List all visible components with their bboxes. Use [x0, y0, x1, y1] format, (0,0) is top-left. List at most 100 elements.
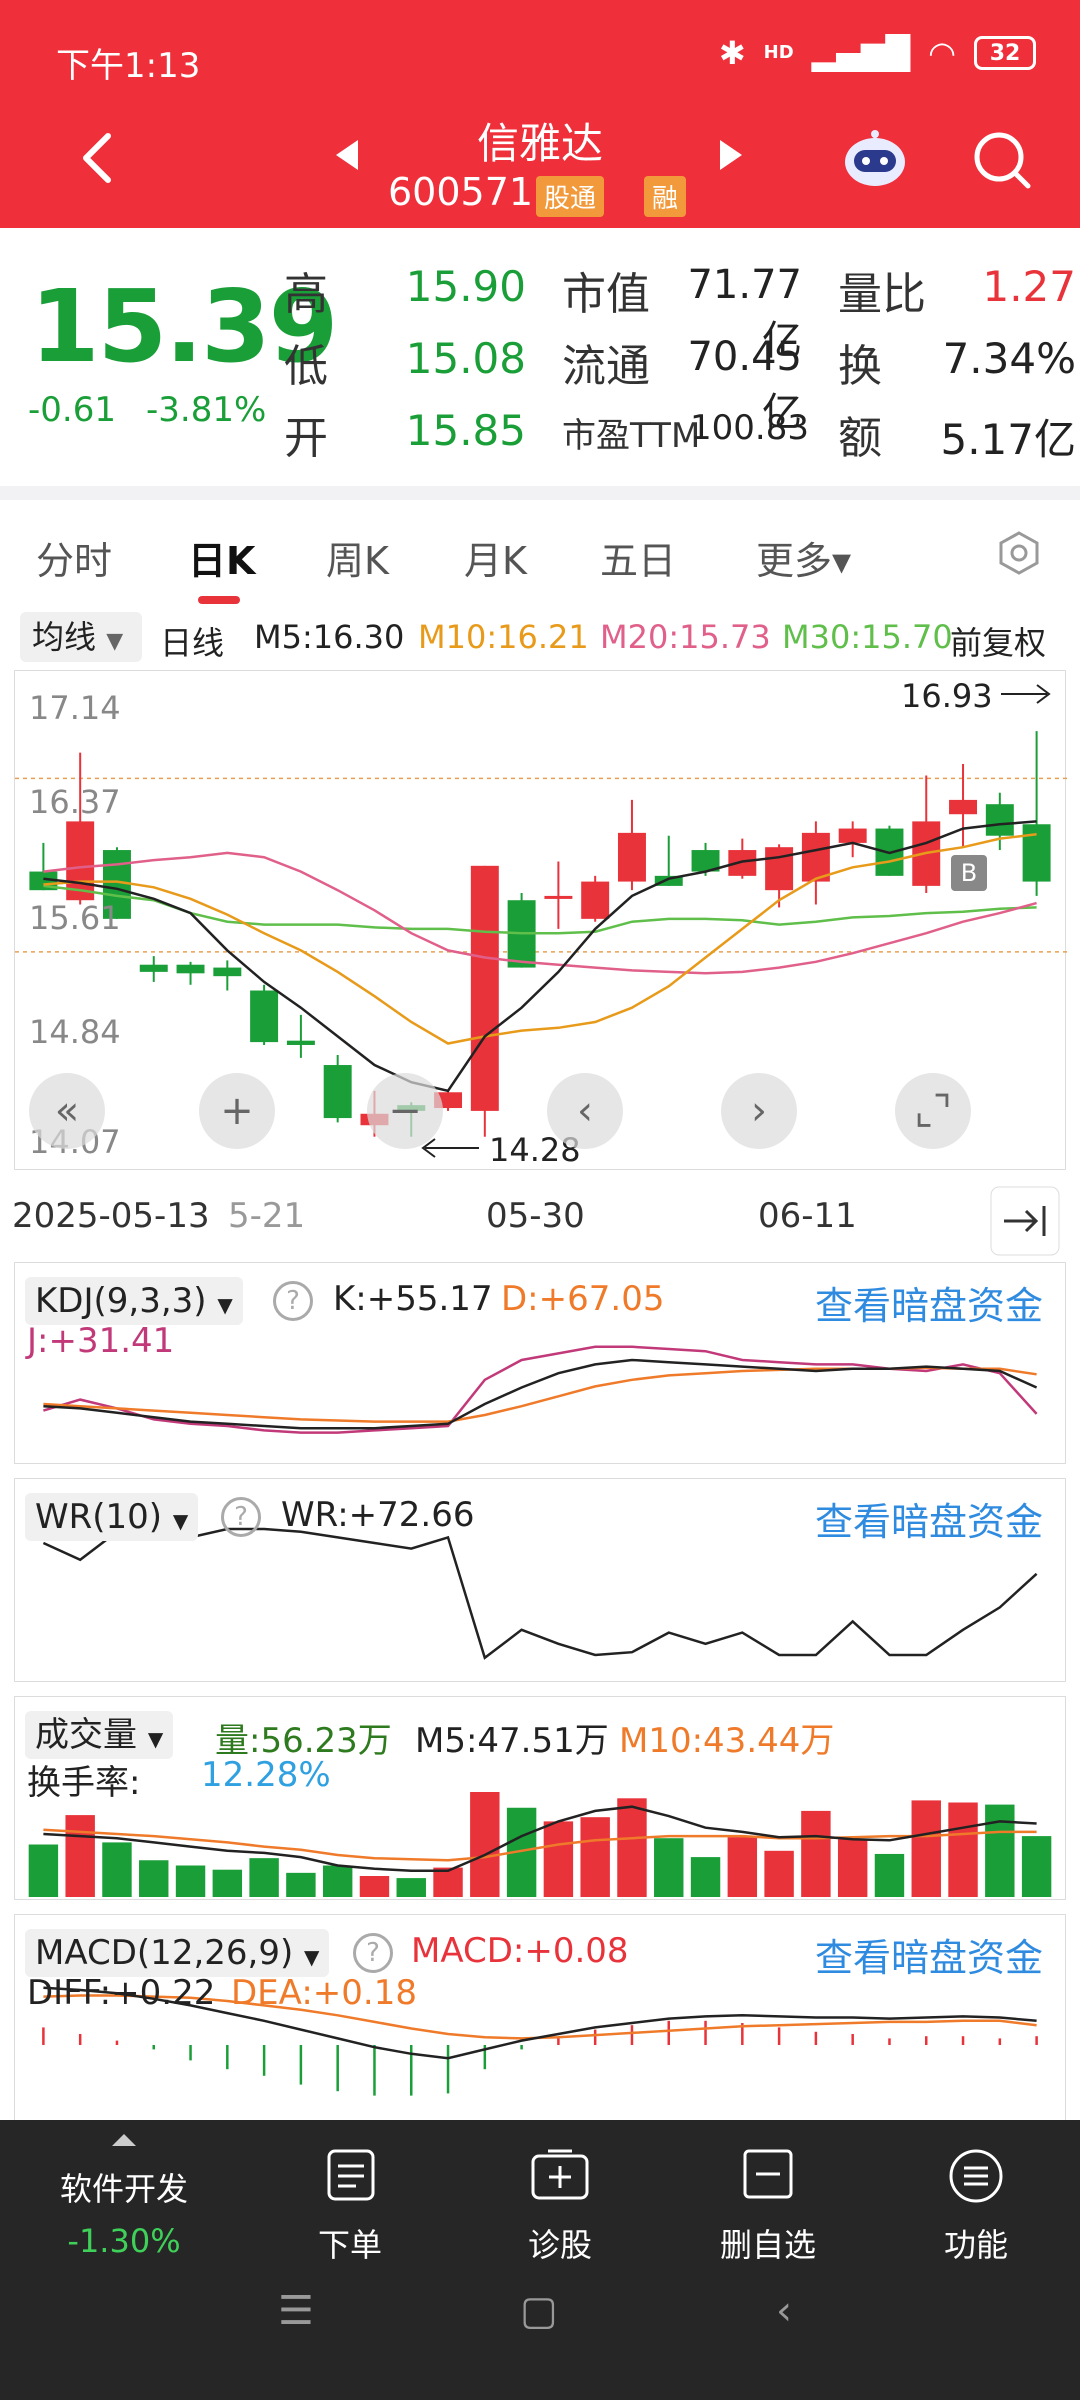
ma-selector-label: 均线 — [32, 618, 97, 656]
float-label: 流通 — [562, 341, 650, 392]
system-home-icon[interactable]: ▢ — [520, 2288, 558, 2334]
scroll-right-icon[interactable]: › — [721, 1073, 797, 1149]
fullscreen-icon[interactable]: ⌞⌝ — [895, 1073, 971, 1149]
next-stock-arrow-icon[interactable] — [720, 140, 742, 170]
price-adjust[interactable]: 前复权 — [950, 618, 1046, 664]
volume-bar — [1021, 1836, 1052, 1897]
macd-panel[interactable]: MACD(12,26,9) ▼ ? MACD:+0.08 DIFF:+0.22 … — [14, 1914, 1066, 2120]
candle-body — [470, 865, 499, 1111]
low-value: 15.08 — [405, 334, 526, 383]
signal-icon: ▂▄▆█ — [811, 34, 911, 72]
dark-pool-link[interactable]: 查看暗盘资金 — [815, 1275, 1043, 1330]
scroll-left-fast-icon[interactable]: « — [29, 1073, 105, 1149]
wr-selector[interactable]: WR(10) ▼ — [25, 1493, 199, 1541]
kline-chart[interactable]: 17.14 16.37 15.61 14.84 14.07 16.93 14.2… — [14, 670, 1067, 1170]
sector-name: 软件开发 — [59, 2170, 188, 2208]
y-tick-label: 14.84 — [29, 1013, 121, 1051]
tab-monthly-k[interactable]: 月K — [464, 530, 527, 585]
dark-pool-link[interactable]: 查看暗盘资金 — [815, 1927, 1043, 1982]
tab-five-day[interactable]: 五日 — [600, 530, 676, 585]
status-icons: ✱ HD ▂▄▆█ ◠ 32 — [719, 34, 1036, 72]
kdj-k-value: K:+55.17 — [333, 1279, 493, 1319]
status-bar: 下午1:13 ✱ HD ▂▄▆█ ◠ 32 — [0, 0, 1080, 110]
search-icon[interactable] — [970, 128, 1034, 192]
volume-bar — [102, 1842, 132, 1897]
quote-panel: 15.39 -0.61 -3.81% 高 15.90 低 15.08 开 15.… — [0, 228, 1080, 486]
ma5-value: M5:16.30 — [254, 618, 405, 656]
tab-more[interactable]: 更多▾ — [756, 530, 851, 585]
ma-selector[interactable]: 均线 ▼ — [20, 612, 142, 662]
kdj-selector[interactable]: KDJ(9,3,3) ▼ — [25, 1277, 243, 1325]
robot-assistant-icon[interactable] — [840, 128, 910, 190]
candle-body — [985, 804, 1014, 836]
sector-index[interactable]: 软件开发 -1.30% — [0, 2120, 250, 2300]
kdj-panel[interactable]: KDJ(9,3,3) ▼ ? K:+55.17 D:+67.05 J:+31.4… — [14, 1262, 1066, 1464]
tab-intraday[interactable]: 分时 — [36, 530, 112, 585]
help-icon[interactable]: ? — [221, 1497, 261, 1537]
volume-bar — [801, 1810, 831, 1897]
volume-bar — [764, 1850, 794, 1897]
volume-bar — [874, 1853, 905, 1897]
sector-change: -1.30% — [67, 2222, 181, 2260]
help-icon[interactable]: ? — [273, 1281, 313, 1321]
candle-body — [581, 881, 610, 919]
order-label: 下单 — [317, 2226, 382, 2264]
tab-daily-k[interactable]: 日K — [188, 530, 255, 585]
kdj-selector-label: KDJ(9,3,3) — [35, 1281, 207, 1321]
volume-bar — [212, 1869, 243, 1897]
volume-bar — [617, 1798, 647, 1897]
volume-bar — [175, 1865, 206, 1897]
volume-bar — [837, 1839, 868, 1897]
dark-pool-link[interactable]: 查看暗盘资金 — [815, 1491, 1043, 1546]
help-icon[interactable]: ? — [353, 1933, 393, 1973]
turnover-label: 换 — [838, 341, 882, 392]
system-menu-icon[interactable]: ☰ — [278, 2288, 314, 2334]
buy-marker[interactable]: B — [951, 855, 987, 891]
volume-bar — [911, 1800, 941, 1897]
x-date-label: 05-30 — [486, 1196, 585, 1236]
price-change: -0.61 — [28, 390, 116, 430]
battery-icon: 32 — [974, 36, 1036, 70]
stock-code: 600571 — [388, 170, 534, 214]
zoom-in-icon[interactable]: + — [199, 1073, 275, 1149]
max-arrow-icon — [1001, 684, 1051, 704]
jump-latest-icon[interactable] — [990, 1186, 1060, 1256]
chevron-down-icon: ▼ — [106, 629, 124, 654]
ma-legend-row: 均线 ▼ 日线 M5:16.30 M10:16.21 M20:15.73 M30… — [0, 608, 1080, 668]
volume-bar — [948, 1802, 978, 1897]
kdj-k-line — [43, 1358, 1038, 1430]
volume-bar — [396, 1878, 426, 1897]
order-icon — [327, 2149, 375, 2201]
volume-selector[interactable]: 成交量 ▼ — [25, 1711, 174, 1759]
open-label: 开 — [284, 413, 328, 464]
candle-body — [213, 967, 242, 977]
diagnose-button[interactable]: 诊股 — [460, 2120, 660, 2300]
volume-bar — [690, 1857, 721, 1897]
turnover-value: 7.34% — [942, 334, 1076, 383]
chevron-down-icon: ▼ — [217, 1293, 233, 1317]
hd-icon: HD — [763, 42, 794, 63]
volume-panel[interactable]: 成交量 ▼ 量:56.23万 M5:47.51万 M10:43.44万 换手率:… — [14, 1696, 1066, 1900]
volume-bar — [249, 1858, 279, 1897]
macd-selector[interactable]: MACD(12,26,9) ▼ — [25, 1929, 330, 1977]
functions-button[interactable]: 功能 — [876, 2120, 1076, 2300]
wifi-icon: ◠ — [928, 34, 956, 72]
amount-label: 额 — [838, 413, 882, 464]
tab-weekly-k[interactable]: 周K — [326, 530, 389, 585]
candle-body — [765, 847, 794, 891]
remove-watchlist-button[interactable]: 删自选 — [668, 2120, 868, 2300]
scroll-left-icon[interactable]: ‹ — [547, 1073, 623, 1149]
candle-body — [544, 895, 573, 899]
x-date-label: 5-21 — [228, 1196, 306, 1236]
chevron-down-icon: ▼ — [304, 1945, 320, 1969]
caret-up-icon — [112, 2134, 136, 2146]
order-button[interactable]: 下单 — [250, 2120, 450, 2300]
zoom-out-icon[interactable]: − — [367, 1073, 443, 1149]
chart-settings-icon[interactable] — [996, 530, 1042, 576]
wr-panel[interactable]: WR(10) ▼ ? WR:+72.66 查看暗盘资金 — [14, 1478, 1066, 1682]
candle-body — [949, 799, 978, 815]
candle-body — [1022, 824, 1051, 882]
system-back-icon[interactable]: ‹ — [776, 2288, 792, 2334]
volume-bar — [28, 1844, 59, 1897]
stock-detail-screen: 下午1:13 ✱ HD ▂▄▆█ ◠ 32 信雅达 600571 股通 融 15… — [0, 0, 1080, 2400]
